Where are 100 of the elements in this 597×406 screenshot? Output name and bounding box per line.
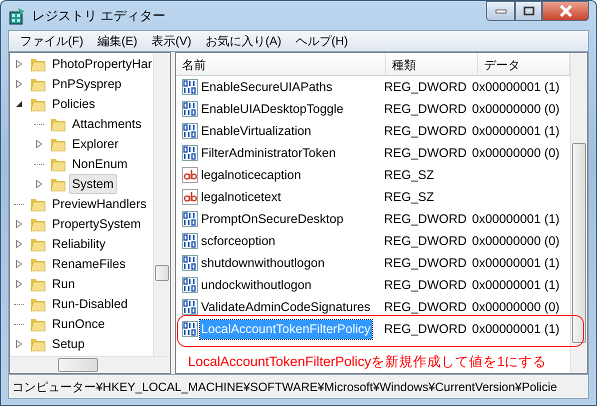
value-name[interactable]: FilterAdministratorToken — [200, 144, 337, 162]
value-name[interactable]: PromptOnSecureDesktop — [200, 210, 344, 228]
value-data: 0x00000001 (1) — [472, 122, 561, 140]
value-type: REG_DWORD — [383, 122, 468, 140]
binary-value-icon — [182, 145, 198, 161]
expand-arrow-icon[interactable] — [14, 339, 24, 349]
value-name[interactable]: ValidateAdminCodeSignatures — [200, 298, 372, 316]
minimize-button[interactable] — [486, 1, 515, 21]
tree-item[interactable]: RunOnce — [49, 314, 108, 334]
menu-item[interactable]: ヘルプ(H) — [288, 32, 355, 50]
value-name[interactable]: shutdownwithoutlogon — [200, 254, 326, 272]
folder-icon — [50, 156, 66, 172]
expand-arrow-icon[interactable] — [14, 259, 24, 269]
folder-icon — [50, 176, 66, 192]
value-data: 0x00000000 (0) — [472, 298, 561, 316]
tree-item[interactable]: Explorer — [69, 134, 122, 154]
tree-item[interactable]: Policies — [49, 94, 98, 114]
maximize-button[interactable] — [515, 1, 542, 21]
value-type: REG_DWORD — [383, 320, 468, 338]
binary-value-icon — [182, 79, 198, 95]
value-data: 0x00000001 (1) — [472, 276, 561, 294]
value-type: REG_SZ — [383, 188, 436, 206]
value-name[interactable]: EnableUIADesktopToggle — [200, 100, 344, 118]
binary-value-icon — [182, 101, 198, 117]
value-type: REG_SZ — [383, 166, 436, 184]
folder-icon — [30, 96, 46, 112]
tree-item[interactable]: PnPSysprep — [49, 74, 124, 94]
value-name[interactable]: legalnoticecaption — [200, 166, 302, 184]
folder-icon — [30, 336, 46, 352]
folder-icon — [30, 276, 46, 292]
value-type: REG_DWORD — [383, 144, 468, 162]
value-name[interactable]: EnableVirtualization — [200, 122, 312, 140]
expand-arrow-icon[interactable] — [34, 179, 44, 189]
horizontal-scrollbar[interactable] — [10, 356, 170, 373]
folder-icon — [50, 136, 66, 152]
folder-icon — [30, 316, 46, 332]
value-data: 0x00000000 (0) — [472, 100, 561, 118]
folder-icon — [30, 56, 46, 72]
tree-item[interactable]: PhotoPropertyHar — [49, 54, 153, 74]
value-data: 0x00000000 (0) — [472, 144, 561, 162]
tree-item[interactable]: PropertySystem — [49, 214, 144, 234]
value-type: REG_DWORD — [383, 232, 468, 250]
value-name[interactable]: scforceoption — [200, 232, 276, 250]
menu-item[interactable]: 編集(E) — [90, 32, 144, 50]
expand-arrow-icon[interactable] — [14, 239, 24, 249]
tree-item[interactable]: RenameFiles — [49, 254, 129, 274]
collapse-arrow-icon[interactable] — [14, 99, 24, 109]
close-button[interactable] — [542, 1, 589, 21]
menu-item[interactable]: お気に入り(A) — [198, 32, 288, 50]
folder-icon — [30, 196, 46, 212]
value-data: 0x00000000 (0) — [472, 232, 561, 250]
binary-value-icon — [182, 211, 198, 227]
tree-item[interactable]: Attachments — [69, 114, 144, 134]
binary-value-icon — [182, 255, 198, 271]
value-type: REG_DWORD — [383, 276, 468, 294]
menu-item[interactable]: ファイル(F) — [13, 32, 90, 50]
vertical-scrollbar[interactable] — [570, 53, 587, 373]
value-type: REG_DWORD — [383, 298, 468, 316]
folder-icon — [30, 256, 46, 272]
tree-item[interactable]: PreviewHandlers — [49, 194, 150, 214]
tree-item[interactable]: Reliability — [49, 234, 108, 254]
expand-arrow-icon[interactable] — [34, 139, 44, 149]
value-name[interactable]: EnableSecureUIAPaths — [200, 78, 334, 96]
tree-item[interactable]: Setup — [49, 334, 88, 354]
column-header[interactable]: 名前 — [176, 53, 386, 75]
tree-item[interactable]: NonEnum — [69, 154, 131, 174]
app-icon — [8, 6, 26, 24]
expand-arrow-icon[interactable] — [14, 219, 24, 229]
maximize-icon — [522, 6, 534, 16]
value-data: 0x00000001 (1) — [472, 320, 561, 338]
minimize-icon — [494, 8, 506, 14]
binary-value-icon — [182, 233, 198, 249]
binary-value-icon — [182, 277, 198, 293]
folder-icon — [50, 116, 66, 132]
expand-arrow-icon[interactable] — [14, 79, 24, 89]
binary-value-icon — [182, 123, 198, 139]
folder-icon — [30, 296, 46, 312]
folder-icon — [30, 76, 46, 92]
window-title: レジストリ エディター — [32, 6, 166, 25]
tree-item[interactable]: System — [69, 174, 117, 194]
value-data: 0x00000001 (1) — [472, 210, 561, 228]
tree-item[interactable]: Run-Disabled — [49, 294, 131, 314]
close-icon — [558, 5, 572, 17]
value-data: 0x00000001 (1) — [472, 78, 561, 96]
binary-value-icon — [182, 299, 198, 315]
vertical-scrollbar[interactable] — [153, 53, 170, 356]
string-value-icon — [182, 167, 198, 183]
value-type: REG_DWORD — [383, 210, 468, 228]
binary-value-icon — [182, 321, 198, 337]
value-type: REG_DWORD — [383, 254, 468, 272]
folder-icon — [30, 216, 46, 232]
column-header[interactable]: 種類 — [386, 53, 478, 75]
value-data: 0x00000001 (1) — [472, 254, 561, 272]
expand-arrow-icon[interactable] — [14, 279, 24, 289]
expand-arrow-icon[interactable] — [14, 59, 24, 69]
folder-icon — [30, 236, 46, 252]
tree-item[interactable]: Run — [49, 274, 78, 294]
value-name[interactable]: legalnoticetext — [200, 188, 282, 206]
menu-item[interactable]: 表示(V) — [144, 32, 198, 50]
value-name[interactable]: undockwithoutlogon — [200, 276, 312, 294]
